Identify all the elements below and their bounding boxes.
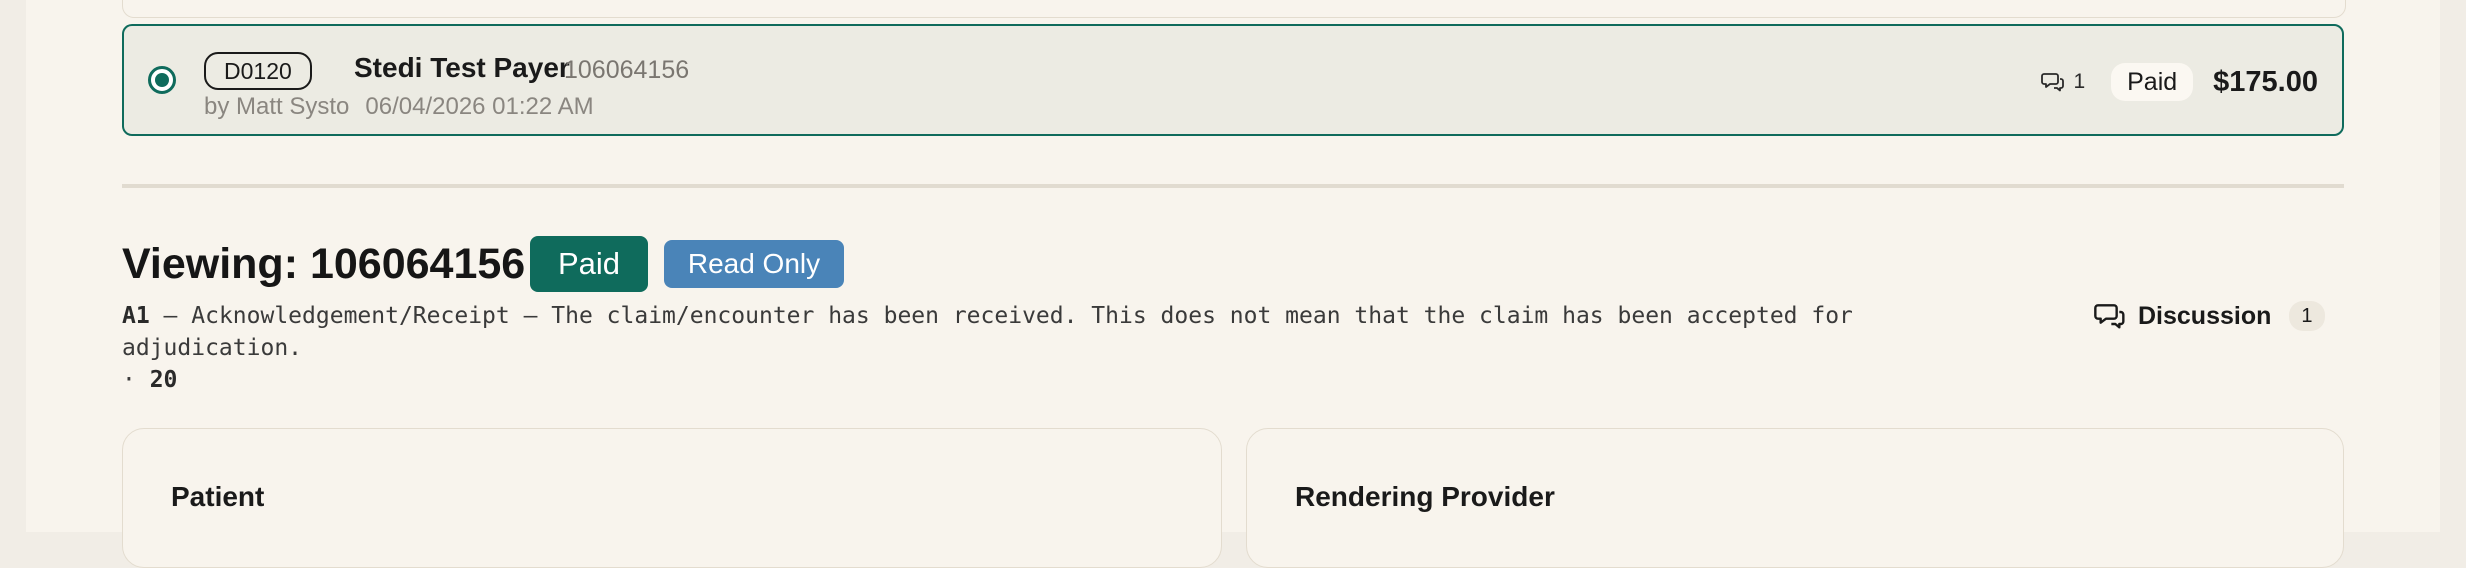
page: D0120 Stedi Test Payer 106064156 by Matt…	[26, 0, 2440, 568]
comment-count[interactable]: 1	[2041, 70, 2085, 94]
discussion-label: Discussion	[2138, 301, 2272, 330]
payer-name: Stedi Test Payer	[354, 52, 570, 83]
section-divider	[122, 184, 2344, 188]
viewing-title: Viewing: 106064156	[122, 240, 526, 288]
claim-byline: by Matt Systo 06/04/2026 01:22 AM	[204, 92, 594, 122]
claim-row-selected[interactable]: D0120 Stedi Test Payer 106064156 by Matt…	[122, 24, 2344, 136]
status-badge-read-only: Read Only	[664, 240, 844, 288]
payer-id: 106064156	[564, 56, 690, 84]
speech-bubbles-icon	[2041, 73, 2065, 92]
procedure-code-badge: D0120	[204, 52, 312, 90]
ack-detail: · 20	[122, 364, 177, 396]
ack-value: 20	[149, 367, 178, 393]
claim-status-pill: Paid	[2111, 63, 2194, 101]
discussion-count-badge: 1	[2289, 301, 2325, 331]
ack-prefix: ·	[122, 367, 150, 393]
patient-panel: Patient	[122, 428, 1222, 568]
status-badge-paid: Paid	[530, 236, 648, 292]
claim-row-meta: 1 Paid $175.00	[2041, 62, 2318, 102]
radio-selected-icon[interactable]	[148, 66, 176, 94]
acknowledgement-text: A1 — Acknowledgement/Receipt — The claim…	[122, 300, 1982, 364]
patient-panel-title: Patient	[171, 481, 265, 512]
comment-count-value: 1	[2073, 70, 2086, 93]
rendering-provider-panel-title: Rendering Provider	[1295, 481, 1555, 512]
rendering-provider-panel: Rendering Provider	[1246, 428, 2344, 568]
speech-bubbles-icon	[2094, 304, 2125, 329]
discussion-button[interactable]: Discussion 1	[2094, 298, 2325, 334]
claim-timestamp: 06/04/2026 01:22 AM	[365, 93, 594, 120]
ack-code: A1	[122, 303, 150, 329]
ack-description: — Acknowledgement/Receipt — The claim/en…	[122, 303, 1853, 361]
claim-author: by Matt Systo	[204, 93, 350, 120]
claim-amount: $175.00	[2213, 65, 2318, 98]
previous-claim-row[interactable]	[122, 0, 2346, 18]
